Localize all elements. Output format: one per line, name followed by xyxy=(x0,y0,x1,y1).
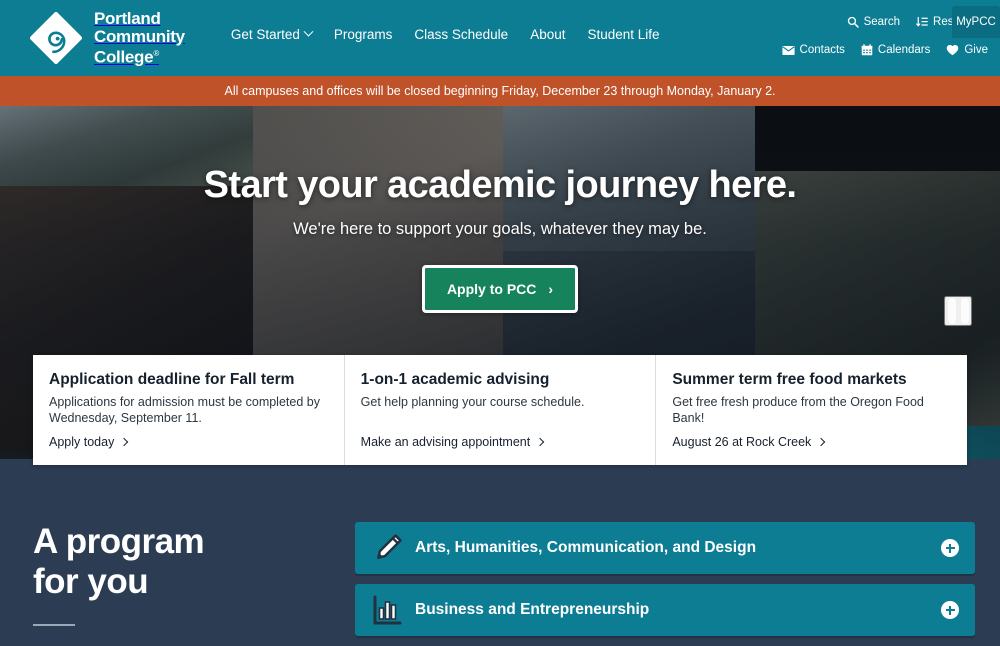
logo-wordmark: Portland Community College® xyxy=(94,10,185,66)
programs-section: A program for you Arts, Humanities, Comm… xyxy=(0,465,1000,642)
nav-item-about[interactable]: About xyxy=(530,27,565,42)
program-label: Arts, Humanities, Communication, and Des… xyxy=(415,539,756,557)
highlight-cards: Application deadline for Fall term Appli… xyxy=(33,355,967,465)
card-link-rock-creek-event[interactable]: August 26 at Rock Creek xyxy=(672,435,949,449)
card-title: Application deadline for Fall term xyxy=(49,371,326,389)
utility-link-give[interactable]: Give xyxy=(946,44,988,56)
alert-text: All campuses and offices will be closed … xyxy=(225,84,776,98)
hero-subtitle: We're here to support your goals, whatev… xyxy=(0,220,1000,239)
bar-chart-icon xyxy=(371,594,411,626)
envelope-icon xyxy=(782,45,795,56)
programs-heading-block: A program for you xyxy=(0,522,355,646)
chevron-right-icon xyxy=(120,438,128,446)
programs-heading: A program for you xyxy=(33,522,355,602)
card-link-label: Make an advising appointment xyxy=(361,435,531,449)
card-application-deadline: Application deadline for Fall term Appli… xyxy=(33,355,344,465)
pencil-icon xyxy=(371,531,411,565)
programs-list: Arts, Humanities, Communication, and Des… xyxy=(355,522,1000,646)
utility-row-bottom: Contacts Calendars Give xyxy=(782,44,988,56)
utility-label: Search xyxy=(864,16,900,28)
programs-heading-line-1: A program xyxy=(33,522,204,561)
card-title: Summer term free food markets xyxy=(672,371,949,389)
hero-title: Start your academic journey here. xyxy=(0,164,1000,207)
card-link-label: Apply today xyxy=(49,435,114,449)
apply-to-pcc-button[interactable]: Apply to PCC › xyxy=(422,265,578,313)
card-body: Get free fresh produce from the Oregon F… xyxy=(672,394,949,426)
logo-registered-mark: ® xyxy=(153,49,159,58)
nav-item-programs[interactable]: Programs xyxy=(334,27,393,42)
card-free-food-markets: Summer term free food markets Get free f… xyxy=(655,355,967,465)
site-header: Portland Community College® Get Started … xyxy=(0,0,1000,76)
utility-navigation: Search Resources Contacts Calendars xyxy=(760,0,1000,76)
site-logo-link[interactable]: Portland Community College® xyxy=(30,10,185,66)
chevron-right-icon xyxy=(536,438,544,446)
plus-icon[interactable] xyxy=(941,539,959,557)
carousel-pause-button[interactable] xyxy=(944,296,972,326)
chevron-right-icon: › xyxy=(548,281,553,297)
utility-label: Calendars xyxy=(878,44,930,56)
mypcc-label: MyPCC xyxy=(956,16,996,28)
utility-label: Give xyxy=(964,44,988,56)
search-icon xyxy=(847,16,859,28)
nav-label: Get Started xyxy=(231,27,300,42)
card-academic-advising: 1-on-1 academic advising Get help planni… xyxy=(344,355,656,465)
heart-icon xyxy=(946,44,959,56)
nav-item-get-started[interactable]: Get Started xyxy=(231,27,312,42)
heading-underline-rule xyxy=(33,624,75,626)
sort-resources-icon xyxy=(916,16,928,28)
logo-line-1: Portland xyxy=(94,9,161,28)
card-body: Applications for admission must be compl… xyxy=(49,394,326,426)
apply-button-label: Apply to PCC xyxy=(447,281,536,297)
nav-item-class-schedule[interactable]: Class Schedule xyxy=(414,27,508,42)
programs-heading-line-2: for you xyxy=(33,562,148,601)
plus-icon[interactable] xyxy=(941,601,959,619)
chevron-down-icon xyxy=(303,27,313,37)
utility-link-search[interactable]: Search xyxy=(847,16,900,28)
utility-link-contacts[interactable]: Contacts xyxy=(782,44,845,56)
hero-content: Start your academic journey here. We're … xyxy=(0,164,1000,313)
main-navigation: Get Started Programs Class Schedule Abou… xyxy=(231,27,660,42)
card-body: Get help planning your course schedule. xyxy=(361,394,638,410)
program-label: Business and Entrepreneurship xyxy=(415,601,649,619)
utility-label: Contacts xyxy=(800,44,845,56)
nav-label: Class Schedule xyxy=(414,27,508,42)
program-item-arts-humanities[interactable]: Arts, Humanities, Communication, and Des… xyxy=(355,522,975,574)
nav-item-student-life[interactable]: Student Life xyxy=(587,27,659,42)
mypcc-tab[interactable]: MyPCC xyxy=(952,6,1000,38)
chevron-right-icon xyxy=(817,438,825,446)
utility-link-calendars[interactable]: Calendars xyxy=(861,44,930,56)
logo-line-3: College xyxy=(94,48,153,67)
card-title: 1-on-1 academic advising xyxy=(361,371,638,389)
nav-label: About xyxy=(530,27,565,42)
logo-line-2: Community xyxy=(94,27,185,46)
pcc-diamond-spiral-logo xyxy=(30,12,82,64)
pause-bar-left xyxy=(948,298,956,324)
pause-bar-right xyxy=(961,298,969,324)
site-alert-banner: All campuses and offices will be closed … xyxy=(0,76,1000,106)
program-item-business-entrepreneurship[interactable]: Business and Entrepreneurship xyxy=(355,584,975,636)
card-link-advising-appointment[interactable]: Make an advising appointment xyxy=(361,435,638,449)
card-link-apply-today[interactable]: Apply today xyxy=(49,435,326,449)
calendar-icon xyxy=(861,44,873,56)
nav-label: Student Life xyxy=(587,27,659,42)
card-link-label: August 26 at Rock Creek xyxy=(672,435,811,449)
nav-label: Programs xyxy=(334,27,393,42)
